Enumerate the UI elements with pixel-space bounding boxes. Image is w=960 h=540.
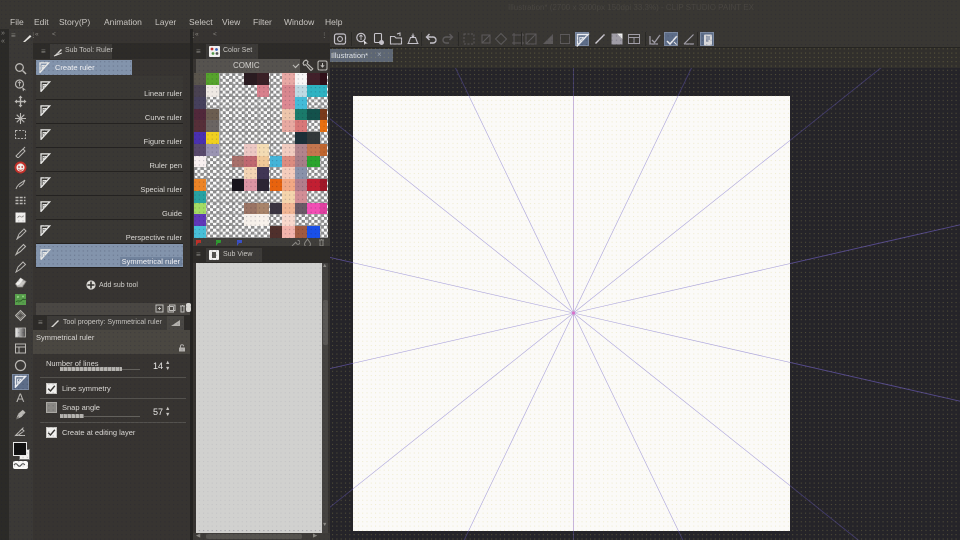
svg-text:A: A bbox=[16, 391, 24, 404]
